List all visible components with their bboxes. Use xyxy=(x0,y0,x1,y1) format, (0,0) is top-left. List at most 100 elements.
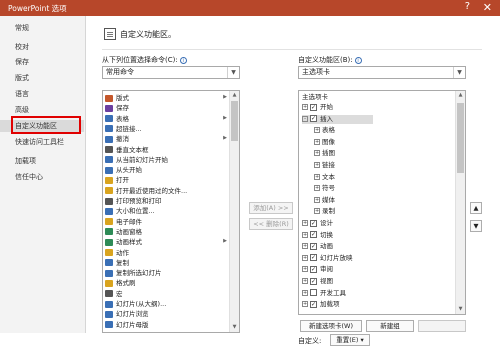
tab-checkbox[interactable] xyxy=(310,300,317,309)
expand-icon[interactable]: + xyxy=(314,127,320,134)
ribbon-tab-node[interactable]: + 视图 xyxy=(302,277,333,286)
commands-listbox[interactable]: 版式 ▶ 保存 表格 ▶ 超链接... 撤消 ▶ 垂直文本框 从当前幻灯片开始 从头开始 打开 打开最近… xyxy=(102,90,240,333)
ribbon-group-node[interactable]: + 文本 xyxy=(314,173,335,182)
command-list-item[interactable]: 幻灯片母版 xyxy=(105,321,149,330)
ribbon-tab-node[interactable]: + 设计 xyxy=(302,219,333,228)
ribbon-group-node[interactable]: + 媒体 xyxy=(314,196,335,205)
command-list-item[interactable]: 大小和位置... xyxy=(105,207,155,216)
choose-commands-dropdown[interactable]: 常用命令 ▼ xyxy=(102,66,240,79)
sidebar-item-language[interactable]: 语言 xyxy=(0,88,84,100)
command-list-item[interactable]: 撤消 xyxy=(105,135,129,144)
command-list-item[interactable]: 版式 xyxy=(105,94,129,103)
customize-ribbon-dropdown[interactable]: 主选项卡 ▼ xyxy=(298,66,466,79)
expand-icon[interactable]: + xyxy=(314,138,320,145)
new-tab-button[interactable]: 新建选项卡(W) xyxy=(300,320,362,332)
command-list-item[interactable]: 从头开始 xyxy=(105,166,142,175)
reset-dropdown-button[interactable]: 重置(E) ▾ xyxy=(330,334,370,346)
scroll-thumb[interactable] xyxy=(231,101,238,141)
sidebar-item-addins[interactable]: 加载项 xyxy=(0,155,84,167)
expand-icon[interactable]: + xyxy=(302,243,308,250)
expand-icon[interactable]: + xyxy=(302,266,308,273)
ribbon-group-node[interactable]: + 录制 xyxy=(314,207,335,216)
ribbon-tab-node[interactable]: + 动画 xyxy=(302,242,333,251)
command-list-item[interactable]: 从当前幻灯片开始 xyxy=(105,156,168,165)
collapse-icon[interactable]: - xyxy=(302,115,308,122)
expand-icon[interactable]: + xyxy=(314,162,320,168)
tree-scrollbar[interactable]: ▲ ▼ xyxy=(455,91,465,314)
scroll-up-icon[interactable]: ▲ xyxy=(456,91,465,100)
remove-button[interactable]: << 删除(R) xyxy=(249,218,293,230)
expand-icon[interactable]: + xyxy=(302,289,308,296)
expand-icon[interactable]: + xyxy=(302,254,308,261)
sidebar-item-layout[interactable]: 版式 xyxy=(0,72,84,84)
sidebar-item-trust-center[interactable]: 信任中心 xyxy=(0,171,84,183)
help-icon[interactable]: ? xyxy=(465,1,470,12)
expand-icon[interactable]: + xyxy=(302,301,308,308)
ribbon-group-node[interactable]: + 图像 xyxy=(314,138,335,147)
command-list-item[interactable]: 打开 xyxy=(105,176,129,185)
ribbon-tab-node[interactable]: + 开发工具 xyxy=(302,289,346,298)
scroll-thumb[interactable] xyxy=(457,103,464,173)
ribbon-group-node[interactable]: + 符号 xyxy=(314,184,335,193)
add-button[interactable]: 添加(A) >> xyxy=(249,202,293,214)
ribbon-tabs-tree[interactable]: 主选项卡 +开始-插入+表格+图像+插图+链接+文本+符号+媒体+录制+设计+切… xyxy=(298,90,466,315)
command-list-item[interactable]: 电子邮件 xyxy=(105,218,142,227)
tab-checkbox[interactable] xyxy=(310,103,317,112)
expand-icon[interactable]: + xyxy=(302,104,308,110)
command-list-item[interactable]: 幻灯片浏览 xyxy=(105,310,149,319)
command-list-item[interactable]: 复制 xyxy=(105,259,129,268)
command-list-item[interactable]: 动画样式 xyxy=(105,238,142,247)
expand-icon[interactable]: + xyxy=(314,173,320,180)
tab-checkbox[interactable] xyxy=(310,230,317,239)
scroll-down-icon[interactable]: ▼ xyxy=(456,305,465,314)
scroll-down-icon[interactable]: ▼ xyxy=(230,323,239,332)
expand-icon[interactable]: + xyxy=(302,220,308,226)
command-list-item[interactable]: 超链接... xyxy=(105,125,142,134)
close-icon[interactable]: ✕ xyxy=(483,1,492,14)
sidebar-item-general[interactable]: 常规 xyxy=(0,22,84,34)
command-list-item[interactable]: 动作 xyxy=(105,249,129,258)
ribbon-group-node[interactable]: + 表格 xyxy=(314,126,335,135)
command-list-item[interactable]: 打印预览和打印 xyxy=(105,197,162,206)
expand-icon[interactable]: + xyxy=(302,278,308,284)
command-list-item[interactable]: 格式刷 xyxy=(105,279,136,288)
ribbon-tab-node[interactable]: + 审阅 xyxy=(302,265,333,274)
commands-scrollbar[interactable]: ▲ ▼ xyxy=(229,91,239,332)
sidebar-item-advanced[interactable]: 高级 xyxy=(0,104,84,116)
command-list-item[interactable]: 打开最近使用过的文件... xyxy=(105,187,187,196)
ribbon-group-node[interactable]: + 链接 xyxy=(314,161,335,170)
command-list-item[interactable]: 动画窗格 xyxy=(105,228,142,237)
command-list-item[interactable]: 幻灯片(从大纲)... xyxy=(105,300,166,309)
tab-checkbox[interactable] xyxy=(310,219,317,228)
scroll-up-icon[interactable]: ▲ xyxy=(230,91,239,100)
rename-button[interactable] xyxy=(418,320,466,332)
tab-checkbox[interactable] xyxy=(310,265,317,274)
move-up-button[interactable]: ▲ xyxy=(470,202,482,214)
command-list-item[interactable]: 保存 xyxy=(105,104,129,113)
ribbon-tab-node[interactable]: + 开始 xyxy=(302,103,333,112)
expand-icon[interactable]: + xyxy=(302,231,308,238)
tab-checkbox[interactable] xyxy=(310,253,317,262)
sidebar-item-save[interactable]: 保存 xyxy=(0,56,84,68)
tab-checkbox[interactable] xyxy=(310,242,317,251)
new-group-button[interactable]: 新建组 xyxy=(366,320,414,332)
ribbon-tab-node[interactable]: + 切换 xyxy=(302,230,333,240)
sidebar-item-quick-access-toolbar[interactable]: 快速访问工具栏 xyxy=(0,136,84,148)
ribbon-group-node[interactable]: + 插图 xyxy=(314,149,335,158)
expand-icon[interactable]: + xyxy=(314,196,320,203)
command-list-item[interactable]: 表格 xyxy=(105,115,129,124)
expand-icon[interactable]: + xyxy=(314,208,320,215)
command-list-item[interactable]: 复制所选幻灯片 xyxy=(105,269,162,278)
ribbon-tab-node[interactable]: + 加载项 xyxy=(302,300,340,309)
expand-icon[interactable]: + xyxy=(314,150,320,157)
tab-checkbox[interactable] xyxy=(310,289,317,297)
sidebar-item-proofing[interactable]: 校对 xyxy=(0,41,84,53)
move-down-button[interactable]: ▼ xyxy=(470,220,482,232)
expand-icon[interactable]: + xyxy=(314,185,320,192)
command-list-item[interactable]: 宏 xyxy=(105,290,123,299)
tab-checkbox[interactable] xyxy=(310,277,317,286)
ribbon-tab-node[interactable]: + 幻灯片放映 xyxy=(302,253,353,263)
tab-checkbox[interactable] xyxy=(310,114,317,123)
command-list-item[interactable]: 垂直文本框 xyxy=(105,146,149,155)
ribbon-tab-node[interactable]: - 插入 xyxy=(302,114,373,124)
